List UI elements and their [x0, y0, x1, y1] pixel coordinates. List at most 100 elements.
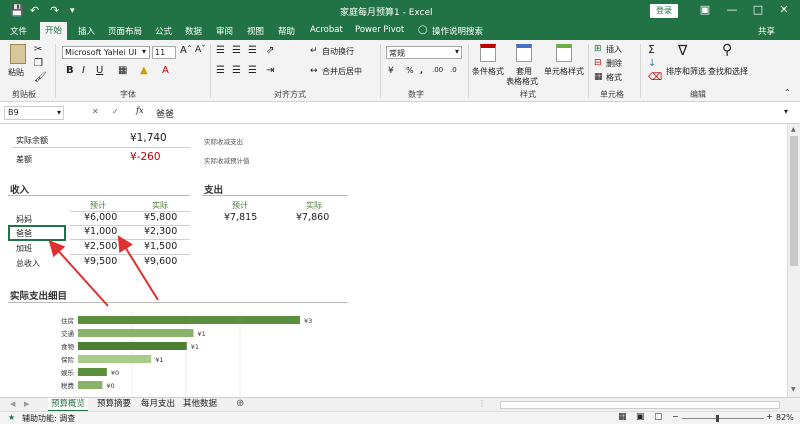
minimize-icon[interactable]: — [722, 3, 742, 16]
align-top-icon[interactable]: ☰ [216, 45, 225, 56]
horizontal-scrollbar[interactable] [500, 401, 780, 409]
tab-view[interactable]: 视图 [247, 25, 264, 37]
collapse-ribbon-icon[interactable]: ⌃ [784, 88, 791, 97]
scroll-down-icon[interactable]: ▼ [791, 386, 796, 393]
increase-font-icon[interactable]: Aˆ [180, 45, 192, 56]
decrease-font-icon[interactable]: Aˇ [195, 45, 206, 55]
maximize-icon[interactable]: □ [748, 3, 768, 16]
sheet-tab[interactable]: 预算摘要 [94, 398, 134, 412]
worksheet[interactable]: 实际余额 ¥1,740 实际收减支出 差额 ¥-260 实际收减预计值 收入 预… [0, 124, 787, 397]
hscroll-left[interactable] [488, 400, 498, 410]
increase-decimal-icon[interactable]: .00 [432, 66, 443, 74]
sheet-tab[interactable]: 预算概览 [48, 398, 89, 412]
table-format-icon[interactable] [516, 44, 532, 62]
percent-button[interactable]: % [406, 66, 414, 75]
search-icon[interactable]: ⚲ [722, 42, 732, 58]
insert-function-button[interactable]: fx [136, 106, 143, 115]
chevron-down-icon[interactable]: ▾ [142, 47, 146, 56]
clear-icon[interactable]: ⌫ [648, 72, 662, 83]
delete-cells-button[interactable]: 删除 [606, 58, 622, 69]
tab-home[interactable]: 开始 [40, 22, 68, 40]
next-sheet-icon[interactable]: ▶ [24, 400, 29, 408]
chevron-down-icon[interactable]: ▾ [455, 47, 459, 56]
zoom-slider[interactable] [682, 418, 764, 419]
format-cells-icon[interactable]: ▦ [594, 72, 603, 82]
tab-data[interactable]: 数据 [185, 25, 202, 37]
autosum-button[interactable]: Σ [648, 43, 655, 56]
sheet-tab[interactable]: 每月支出 [138, 398, 178, 412]
font-size-select[interactable]: 11 [152, 46, 176, 59]
customize-qat-icon[interactable]: ▾ [70, 6, 75, 16]
align-right-icon[interactable]: ☰ [248, 65, 257, 76]
redo-icon[interactable]: ↷ [50, 4, 59, 17]
cancel-icon[interactable]: ✕ [92, 107, 99, 116]
cell-style-icon[interactable] [556, 44, 572, 62]
align-left-icon[interactable]: ☰ [216, 65, 225, 76]
number-format-select[interactable]: 常规 [386, 46, 462, 59]
chevron-down-icon[interactable]: ▾ [57, 108, 61, 117]
accessibility-status[interactable]: 辅助功能: 调查 [22, 413, 75, 424]
currency-icon[interactable]: ¥ [388, 66, 394, 76]
more-options-icon[interactable]: ⋮ [478, 399, 486, 408]
cut-icon[interactable]: ✂ [34, 44, 42, 55]
scroll-up-icon[interactable]: ▲ [791, 126, 796, 133]
sheet-tab[interactable]: 其他数据 [180, 398, 220, 412]
underline-icon[interactable]: U [96, 65, 103, 76]
tab-formulas[interactable]: 公式 [155, 25, 172, 37]
page-layout-view-icon[interactable]: ▣ [636, 412, 645, 422]
font-name-select[interactable]: Microsoft YaHei UI [62, 46, 150, 59]
tab-insert[interactable]: 插入 [78, 25, 95, 37]
vertical-scrollbar[interactable]: ▲ ▼ [787, 124, 800, 397]
ribbon-display-icon[interactable]: ▣ [695, 3, 715, 16]
wrap-text-button[interactable]: 自动换行 [322, 46, 354, 57]
normal-view-icon[interactable]: ▦ [618, 412, 627, 422]
format-painter-icon[interactable]: 🖌 [34, 72, 47, 83]
prev-sheet-icon[interactable]: ◀ [10, 400, 15, 408]
zoom-in-icon[interactable]: + [766, 412, 773, 421]
merge-icon[interactable]: ↔ [310, 66, 318, 76]
conditional-format-button[interactable]: 条件格式 [472, 66, 504, 77]
scroll-thumb[interactable] [790, 136, 798, 266]
share-button[interactable]: 共享 [758, 25, 775, 37]
tab-help[interactable]: 帮助 [278, 25, 295, 37]
border-icon[interactable]: ▦ [118, 65, 127, 76]
comma-button[interactable]: , [420, 66, 423, 75]
enter-icon[interactable]: ✓ [112, 107, 119, 116]
find-select-button[interactable]: 查找和选择 [708, 66, 748, 77]
tab-power-pivot[interactable]: Power Pivot [355, 25, 404, 35]
insert-cells-button[interactable]: 插入 [606, 44, 622, 55]
delete-cells-icon[interactable]: ⊟ [594, 58, 602, 68]
sort-filter-icon[interactable]: ∇ [678, 43, 687, 59]
page-break-view-icon[interactable]: ▢ [654, 412, 663, 422]
zoom-level[interactable]: 82% [776, 413, 794, 422]
tab-page-layout[interactable]: 页面布局 [108, 25, 142, 37]
fill-icon[interactable]: ↓ [648, 58, 656, 69]
tab-acrobat[interactable]: Acrobat [310, 25, 343, 35]
bold-icon[interactable]: B [66, 65, 74, 76]
copy-icon[interactable]: ❐ [34, 58, 43, 69]
indent-icon[interactable]: ⇥ [266, 65, 274, 76]
merge-center-button[interactable]: 合并后居中 [322, 66, 362, 77]
close-icon[interactable]: ✕ [774, 3, 794, 16]
insert-cells-icon[interactable]: ⊞ [594, 44, 602, 54]
add-sheet-icon[interactable]: ⊕ [236, 398, 244, 409]
undo-icon[interactable]: ↶ [30, 4, 39, 17]
zoom-slider-thumb[interactable] [716, 415, 719, 422]
fill-color-icon[interactable]: ▲ [140, 65, 148, 76]
align-middle-icon[interactable]: ☰ [232, 45, 241, 56]
tell-me-search[interactable]: 操作说明搜索 [432, 25, 483, 37]
italic-icon[interactable]: I [82, 65, 85, 76]
align-center-icon[interactable]: ☰ [232, 65, 241, 76]
orientation-icon[interactable]: ⇗ [266, 45, 274, 56]
expand-formula-icon[interactable]: ▾ [784, 107, 788, 116]
conditional-format-icon[interactable] [480, 44, 496, 62]
formula-content[interactable]: 爸爸 [156, 107, 174, 120]
tab-file[interactable]: 文件 [10, 25, 27, 37]
paste-label[interactable]: 粘贴 [8, 67, 24, 78]
font-color-icon[interactable]: A [162, 65, 169, 76]
table-format-label-2[interactable]: 表格格式 [506, 76, 538, 87]
sort-filter-button[interactable]: 排序和筛选 [666, 66, 706, 77]
login-button[interactable]: 登录 [650, 4, 678, 18]
tab-review[interactable]: 审阅 [216, 25, 233, 37]
cell-style-button[interactable]: 单元格样式 [544, 66, 584, 77]
